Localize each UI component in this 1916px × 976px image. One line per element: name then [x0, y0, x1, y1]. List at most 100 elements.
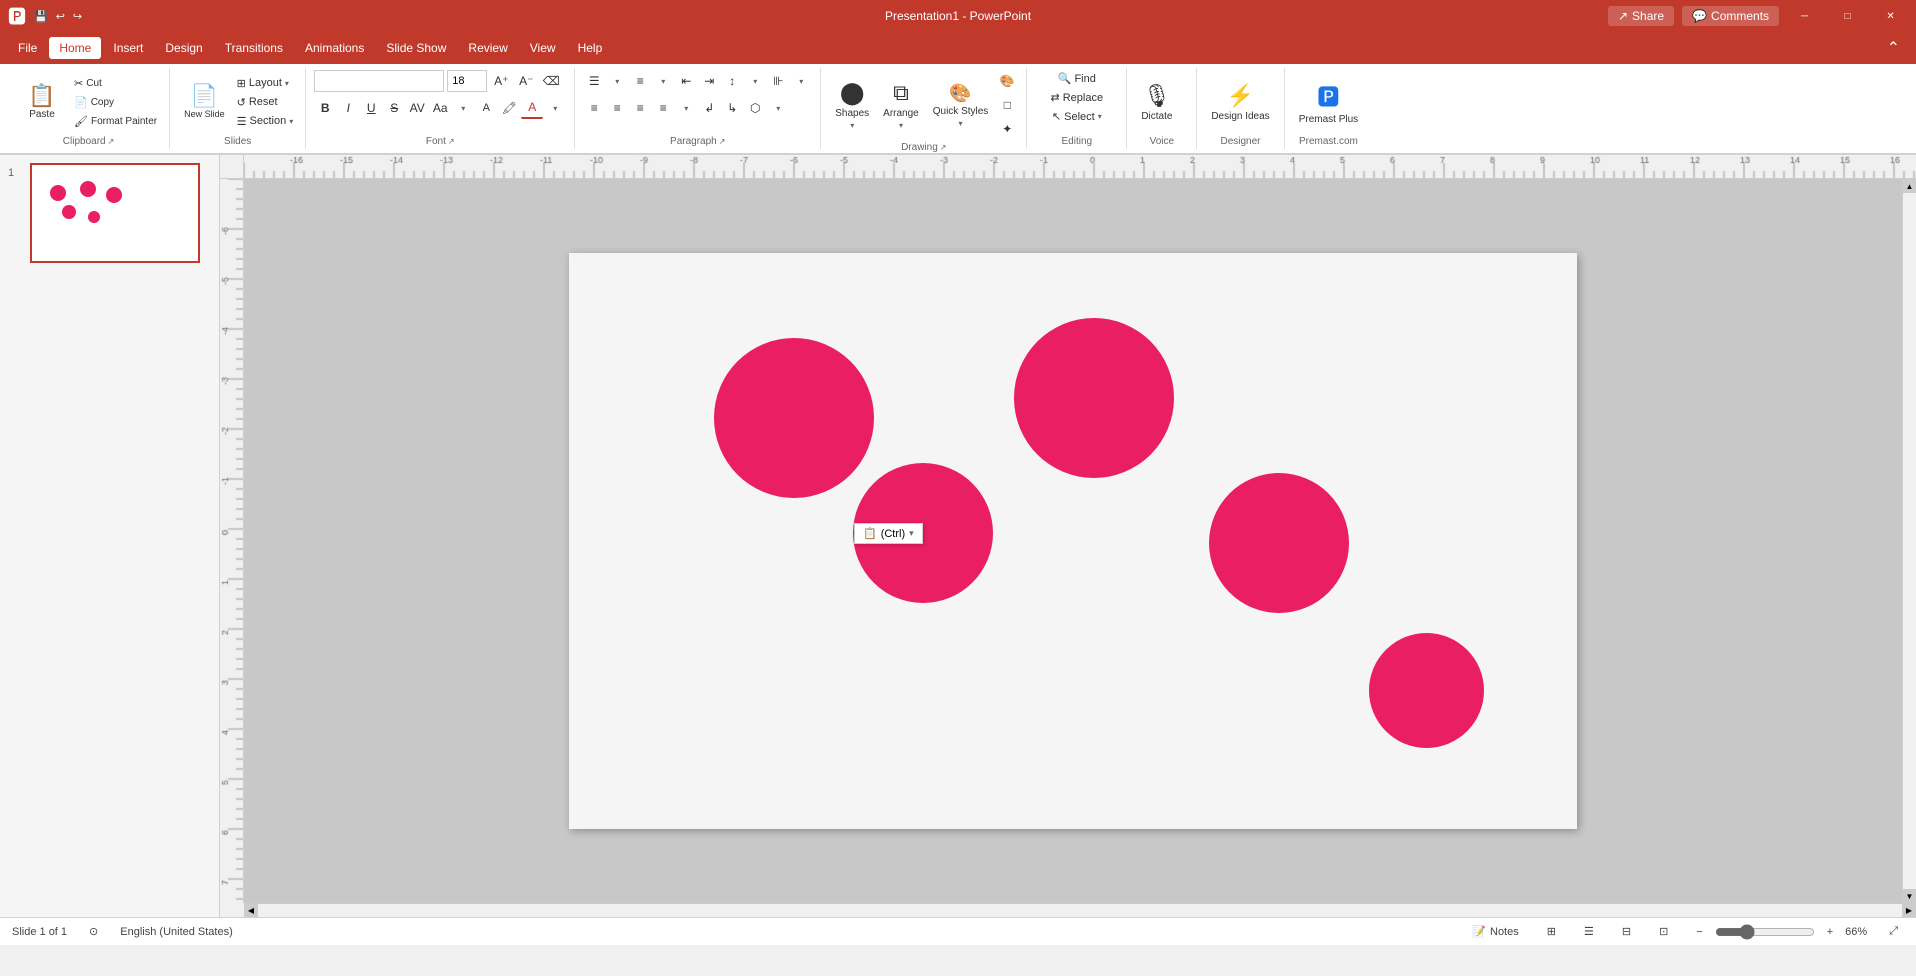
scroll-up-button[interactable]: ▲	[1903, 179, 1916, 193]
paste-tooltip[interactable]: 📋 (Ctrl) ▾	[854, 523, 923, 544]
numbering-button[interactable]: ≡	[629, 70, 651, 92]
share-button[interactable]: ↗ Share	[1608, 6, 1674, 26]
font-family-input[interactable]	[314, 70, 444, 92]
quick-access-redo[interactable]: ↪	[73, 10, 82, 23]
design-ideas-button[interactable]: ⚡ Design Ideas	[1205, 74, 1275, 130]
character-spacing-button[interactable]: AV	[406, 97, 428, 119]
scroll-right-button[interactable]: ▶	[1902, 904, 1916, 918]
increase-font-size-button[interactable]: A⁺	[490, 70, 512, 92]
find-button[interactable]: 🔍 Find	[1054, 70, 1100, 87]
bullets-button[interactable]: ☰	[583, 70, 605, 92]
line-spacing-dropdown[interactable]: ▾	[744, 70, 766, 92]
menu-view[interactable]: View	[520, 37, 566, 59]
scroll-left-button[interactable]: ◀	[244, 904, 258, 918]
new-slide-button[interactable]: 📄 New Slide	[178, 74, 231, 130]
slide-circle-3[interactable]	[1209, 473, 1349, 613]
menu-design[interactable]: Design	[155, 37, 212, 59]
dictate-button[interactable]: 🎙 Dictate	[1135, 74, 1178, 130]
shape-effects-button[interactable]: ✦	[996, 118, 1018, 140]
clear-formatting-button[interactable]: ⌫	[540, 70, 562, 92]
change-case-dropdown[interactable]: ▾	[452, 97, 474, 119]
decrease-font-size-button[interactable]: A⁻	[515, 70, 537, 92]
shape-outline-button[interactable]: □	[996, 94, 1018, 116]
view-outline-button[interactable]: ☰	[1578, 923, 1600, 940]
columns-button[interactable]: ⊪	[767, 70, 789, 92]
maximize-button[interactable]: □	[1830, 0, 1865, 32]
arrange-button[interactable]: ⧉ Arrange ▾	[877, 77, 925, 133]
select-button[interactable]: ↖ Select ▾	[1048, 108, 1106, 125]
font-expand-icon[interactable]: ↗	[448, 137, 455, 146]
slide-thumbnail-1[interactable]	[30, 163, 200, 263]
zoom-slider[interactable]	[1715, 924, 1815, 940]
copy-button[interactable]: 📄 Copy	[70, 94, 161, 111]
clipboard-expand-icon[interactable]: ↗	[108, 137, 115, 146]
vertical-scrollbar[interactable]: ▲ ▼	[1902, 179, 1916, 903]
line-spacing-button[interactable]: ↕	[721, 70, 743, 92]
ltr-button[interactable]: ↳	[721, 97, 743, 119]
justify-button[interactable]: ≡	[652, 97, 674, 119]
slide-canvas-container[interactable]: 📋 (Ctrl) ▾	[244, 179, 1902, 903]
minimize-button[interactable]: ─	[1787, 0, 1822, 32]
columns-dropdown[interactable]: ▾	[790, 70, 812, 92]
paste-button[interactable]: 📋 Paste	[16, 74, 68, 130]
scroll-down-button[interactable]: ▼	[1903, 889, 1916, 903]
menu-help[interactable]: Help	[568, 37, 613, 59]
menu-transitions[interactable]: Transitions	[215, 37, 293, 59]
menu-insert[interactable]: Insert	[103, 37, 153, 59]
rtl-button[interactable]: ↲	[698, 97, 720, 119]
shapes-button[interactable]: ⬤ Shapes ▾	[829, 77, 875, 133]
cut-button[interactable]: ✂ Cut	[70, 75, 161, 92]
accessibility-button[interactable]: ⊙	[83, 923, 104, 940]
align-center-button[interactable]: ≡	[606, 97, 628, 119]
section-button[interactable]: ☰ Section ▾	[233, 113, 298, 130]
premast-plus-button[interactable]: 🅿 Premast Plus	[1293, 74, 1364, 130]
shape-fill-button[interactable]: 🎨	[996, 70, 1018, 92]
numbering-dropdown[interactable]: ▾	[652, 70, 674, 92]
smart-art-dropdown[interactable]: ▾	[767, 97, 789, 119]
quick-access-undo[interactable]: ↩	[56, 10, 65, 23]
align-right-button[interactable]: ≡	[629, 97, 651, 119]
menu-animations[interactable]: Animations	[295, 37, 374, 59]
smart-art-button[interactable]: ⬡	[744, 97, 766, 119]
comments-button[interactable]: 💬 Comments	[1682, 6, 1779, 26]
collapse-ribbon-button[interactable]: ⌃	[1879, 34, 1908, 62]
zoom-out-button[interactable]: −	[1690, 924, 1708, 940]
notes-button[interactable]: 📝 Notes	[1466, 923, 1524, 940]
align-dropdown[interactable]: ▾	[675, 97, 697, 119]
bullets-dropdown[interactable]: ▾	[606, 70, 628, 92]
bold-button[interactable]: B	[314, 97, 336, 119]
slide-canvas[interactable]: 📋 (Ctrl) ▾	[569, 253, 1577, 829]
highlight-color-button[interactable]: 🖍	[498, 97, 520, 119]
font-size-input[interactable]	[447, 70, 487, 92]
view-normal-button[interactable]: ⊞	[1541, 923, 1562, 940]
strikethrough-button[interactable]: S	[383, 97, 405, 119]
font-color-button[interactable]: A	[521, 97, 543, 119]
decrease-indent-button[interactable]: ⇤	[675, 70, 697, 92]
close-button[interactable]: ✕	[1873, 0, 1908, 32]
quick-styles-button[interactable]: 🎨 Quick Styles ▾	[927, 77, 995, 133]
menu-home[interactable]: Home	[49, 37, 101, 59]
menu-review[interactable]: Review	[458, 37, 517, 59]
italic-button[interactable]: I	[337, 97, 359, 119]
replace-button[interactable]: ⇄ Replace	[1047, 89, 1108, 106]
quick-access-save[interactable]: 💾	[34, 10, 48, 23]
change-case-button[interactable]: Aa	[429, 97, 451, 119]
increase-indent-button[interactable]: ⇥	[698, 70, 720, 92]
slide-circle-2[interactable]	[1014, 318, 1174, 478]
menu-file[interactable]: File	[8, 37, 47, 59]
drawing-expand-icon[interactable]: ↗	[940, 143, 947, 152]
menu-slideshow[interactable]: Slide Show	[376, 37, 456, 59]
reset-button[interactable]: ↺ Reset	[233, 94, 298, 111]
format-painter-button[interactable]: 🖌 Format Painter	[70, 113, 161, 130]
paragraph-expand-icon[interactable]: ↗	[719, 137, 726, 146]
font-color-dropdown[interactable]: ▾	[544, 97, 566, 119]
slide-circle-5[interactable]	[1369, 633, 1484, 748]
view-reading-button[interactable]: ⊡	[1653, 923, 1674, 940]
slide-circle-1[interactable]	[714, 338, 874, 498]
view-slide-sorter-button[interactable]: ⊟	[1616, 923, 1637, 940]
text-shadow-button[interactable]: A	[475, 97, 497, 119]
fit-slide-button[interactable]: ⤢	[1883, 923, 1904, 940]
underline-button[interactable]: U	[360, 97, 382, 119]
layout-button[interactable]: ⊞ Layout ▾	[233, 75, 298, 92]
align-left-button[interactable]: ≡	[583, 97, 605, 119]
